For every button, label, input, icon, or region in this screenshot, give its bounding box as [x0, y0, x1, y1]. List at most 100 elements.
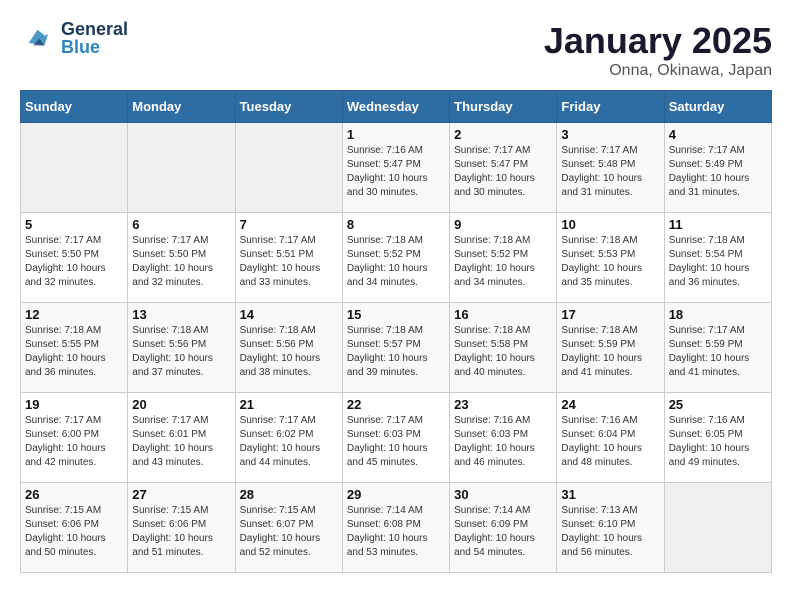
day-info: Sunrise: 7:13 AM Sunset: 6:10 PM Dayligh… — [561, 504, 659, 560]
calendar-cell — [235, 123, 342, 213]
calendar-cell: 23 Sunrise: 7:16 AM Sunset: 6:03 PM Dayli… — [450, 393, 557, 483]
day-number: 7 — [240, 217, 338, 232]
day-info: Sunrise: 7:16 AM Sunset: 6:04 PM Dayligh… — [561, 414, 659, 470]
logo-blue: Blue — [61, 38, 128, 56]
calendar-cell: 28 Sunrise: 7:15 AM Sunset: 6:07 PM Dayli… — [235, 483, 342, 573]
day-number: 3 — [561, 127, 659, 142]
day-info: Sunrise: 7:14 AM Sunset: 6:09 PM Dayligh… — [454, 504, 552, 560]
calendar-cell: 25Sunrise: 7:16 AM Sunset: 6:05 PM Dayli… — [664, 393, 771, 483]
calendar-cell: 26Sunrise: 7:15 AM Sunset: 6:06 PM Dayli… — [21, 483, 128, 573]
weekday-header-tuesday: Tuesday — [235, 91, 342, 123]
calendar-cell: 1Sunrise: 7:16 AM Sunset: 5:47 PM Daylig… — [342, 123, 449, 213]
calendar-body: 1Sunrise: 7:16 AM Sunset: 5:47 PM Daylig… — [21, 123, 772, 573]
day-info: Sunrise: 7:18 AM Sunset: 5:52 PM Dayligh… — [347, 234, 445, 290]
day-number: 1 — [347, 127, 445, 142]
day-info: Sunrise: 7:18 AM Sunset: 5:54 PM Dayligh… — [669, 234, 767, 290]
logo-text-block: General Blue — [61, 20, 128, 56]
day-number: 29 — [347, 487, 445, 502]
calendar-week-3: 12 Sunrise: 7:18 AM Sunset: 5:55 PM Dayli… — [21, 303, 772, 393]
calendar-cell: 7 Sunrise: 7:17 AM Sunset: 5:51 PM Daylig… — [235, 213, 342, 303]
calendar-cell: 27 Sunrise: 7:15 AM Sunset: 6:06 PM Dayli… — [128, 483, 235, 573]
day-info: Sunrise: 7:15 AM Sunset: 6:06 PM Dayligh… — [132, 504, 230, 560]
calendar-cell: 12 Sunrise: 7:18 AM Sunset: 5:55 PM Dayli… — [21, 303, 128, 393]
weekday-header-wednesday: Wednesday — [342, 91, 449, 123]
day-number: 25 — [669, 397, 767, 412]
day-number: 23 — [454, 397, 552, 412]
day-number: 14 — [240, 307, 338, 322]
calendar-subtitle: Onna, Okinawa, Japan — [544, 62, 772, 80]
day-info: Sunrise: 7:17 AM Sunset: 5:50 PM Dayligh… — [25, 234, 123, 290]
calendar-cell: 30 Sunrise: 7:14 AM Sunset: 6:09 PM Dayli… — [450, 483, 557, 573]
day-info: Sunrise: 7:18 AM Sunset: 5:53 PM Dayligh… — [561, 234, 659, 290]
calendar-cell: 10 Sunrise: 7:18 AM Sunset: 5:53 PM Dayli… — [557, 213, 664, 303]
day-info: Sunrise: 7:18 AM Sunset: 5:52 PM Dayligh… — [454, 234, 552, 290]
calendar-cell: 24Sunrise: 7:16 AM Sunset: 6:04 PM Dayli… — [557, 393, 664, 483]
day-number: 18 — [669, 307, 767, 322]
day-info: Sunrise: 7:17 AM Sunset: 5:47 PM Dayligh… — [454, 144, 552, 200]
day-info: Sunrise: 7:17 AM Sunset: 6:00 PM Dayligh… — [25, 414, 123, 470]
day-info: Sunrise: 7:17 AM Sunset: 5:51 PM Dayligh… — [240, 234, 338, 290]
calendar-cell: 14 Sunrise: 7:18 AM Sunset: 5:56 PM Dayli… — [235, 303, 342, 393]
logo: General Blue — [20, 20, 128, 56]
calendar-week-2: 5 Sunrise: 7:17 AM Sunset: 5:50 PM Daylig… — [21, 213, 772, 303]
weekday-header-monday: Monday — [128, 91, 235, 123]
day-info: Sunrise: 7:17 AM Sunset: 6:01 PM Dayligh… — [132, 414, 230, 470]
weekday-header-sunday: Sunday — [21, 91, 128, 123]
day-number: 6 — [132, 217, 230, 232]
day-number: 15 — [347, 307, 445, 322]
calendar-cell: 8 Sunrise: 7:18 AM Sunset: 5:52 PM Daylig… — [342, 213, 449, 303]
day-info: Sunrise: 7:16 AM Sunset: 6:03 PM Dayligh… — [454, 414, 552, 470]
day-info: Sunrise: 7:18 AM Sunset: 5:57 PM Dayligh… — [347, 324, 445, 380]
calendar-title-area: January 2025 Onna, Okinawa, Japan — [544, 20, 772, 80]
weekday-row: SundayMondayTuesdayWednesdayThursdayFrid… — [21, 91, 772, 123]
day-number: 5 — [25, 217, 123, 232]
weekday-header-saturday: Saturday — [664, 91, 771, 123]
day-number: 8 — [347, 217, 445, 232]
calendar-cell: 5 Sunrise: 7:17 AM Sunset: 5:50 PM Daylig… — [21, 213, 128, 303]
day-info: Sunrise: 7:15 AM Sunset: 6:07 PM Dayligh… — [240, 504, 338, 560]
day-info: Sunrise: 7:17 AM Sunset: 6:02 PM Dayligh… — [240, 414, 338, 470]
calendar-cell: 29 Sunrise: 7:14 AM Sunset: 6:08 PM Dayli… — [342, 483, 449, 573]
day-info: Sunrise: 7:17 AM Sunset: 5:48 PM Dayligh… — [561, 144, 659, 200]
calendar-cell: 16Sunrise: 7:18 AM Sunset: 5:58 PM Dayli… — [450, 303, 557, 393]
calendar-cell: 4Sunrise: 7:17 AM Sunset: 5:49 PM Daylig… — [664, 123, 771, 213]
day-number: 9 — [454, 217, 552, 232]
page-header: General Blue January 2025 Onna, Okinawa,… — [20, 20, 772, 80]
calendar-cell: 2 Sunrise: 7:17 AM Sunset: 5:47 PM Daylig… — [450, 123, 557, 213]
day-info: Sunrise: 7:18 AM Sunset: 5:56 PM Dayligh… — [240, 324, 338, 380]
day-number: 30 — [454, 487, 552, 502]
day-info: Sunrise: 7:18 AM Sunset: 5:55 PM Dayligh… — [25, 324, 123, 380]
calendar-cell: 6 Sunrise: 7:17 AM Sunset: 5:50 PM Daylig… — [128, 213, 235, 303]
day-number: 2 — [454, 127, 552, 142]
calendar-cell: 9 Sunrise: 7:18 AM Sunset: 5:52 PM Daylig… — [450, 213, 557, 303]
day-number: 27 — [132, 487, 230, 502]
day-info: Sunrise: 7:17 AM Sunset: 5:50 PM Dayligh… — [132, 234, 230, 290]
calendar-cell: 18Sunrise: 7:17 AM Sunset: 5:59 PM Dayli… — [664, 303, 771, 393]
calendar-cell — [128, 123, 235, 213]
day-number: 26 — [25, 487, 123, 502]
weekday-header-thursday: Thursday — [450, 91, 557, 123]
day-info: Sunrise: 7:18 AM Sunset: 5:59 PM Dayligh… — [561, 324, 659, 380]
day-info: Sunrise: 7:18 AM Sunset: 5:56 PM Dayligh… — [132, 324, 230, 380]
calendar-week-1: 1Sunrise: 7:16 AM Sunset: 5:47 PM Daylig… — [21, 123, 772, 213]
day-info: Sunrise: 7:18 AM Sunset: 5:58 PM Dayligh… — [454, 324, 552, 380]
day-number: 11 — [669, 217, 767, 232]
day-number: 20 — [132, 397, 230, 412]
day-number: 12 — [25, 307, 123, 322]
calendar-week-4: 19Sunrise: 7:17 AM Sunset: 6:00 PM Dayli… — [21, 393, 772, 483]
calendar-cell: 21 Sunrise: 7:17 AM Sunset: 6:02 PM Dayli… — [235, 393, 342, 483]
day-info: Sunrise: 7:17 AM Sunset: 5:49 PM Dayligh… — [669, 144, 767, 200]
day-info: Sunrise: 7:14 AM Sunset: 6:08 PM Dayligh… — [347, 504, 445, 560]
calendar-table: SundayMondayTuesdayWednesdayThursdayFrid… — [20, 90, 772, 573]
calendar-title: January 2025 — [544, 20, 772, 62]
calendar-cell: 17Sunrise: 7:18 AM Sunset: 5:59 PM Dayli… — [557, 303, 664, 393]
day-number: 21 — [240, 397, 338, 412]
calendar-cell: 15 Sunrise: 7:18 AM Sunset: 5:57 PM Dayli… — [342, 303, 449, 393]
day-number: 28 — [240, 487, 338, 502]
calendar-cell: 22Sunrise: 7:17 AM Sunset: 6:03 PM Dayli… — [342, 393, 449, 483]
calendar-header: SundayMondayTuesdayWednesdayThursdayFrid… — [21, 91, 772, 123]
logo-icon — [20, 21, 55, 56]
calendar-cell: 19Sunrise: 7:17 AM Sunset: 6:00 PM Dayli… — [21, 393, 128, 483]
day-number: 10 — [561, 217, 659, 232]
day-number: 22 — [347, 397, 445, 412]
